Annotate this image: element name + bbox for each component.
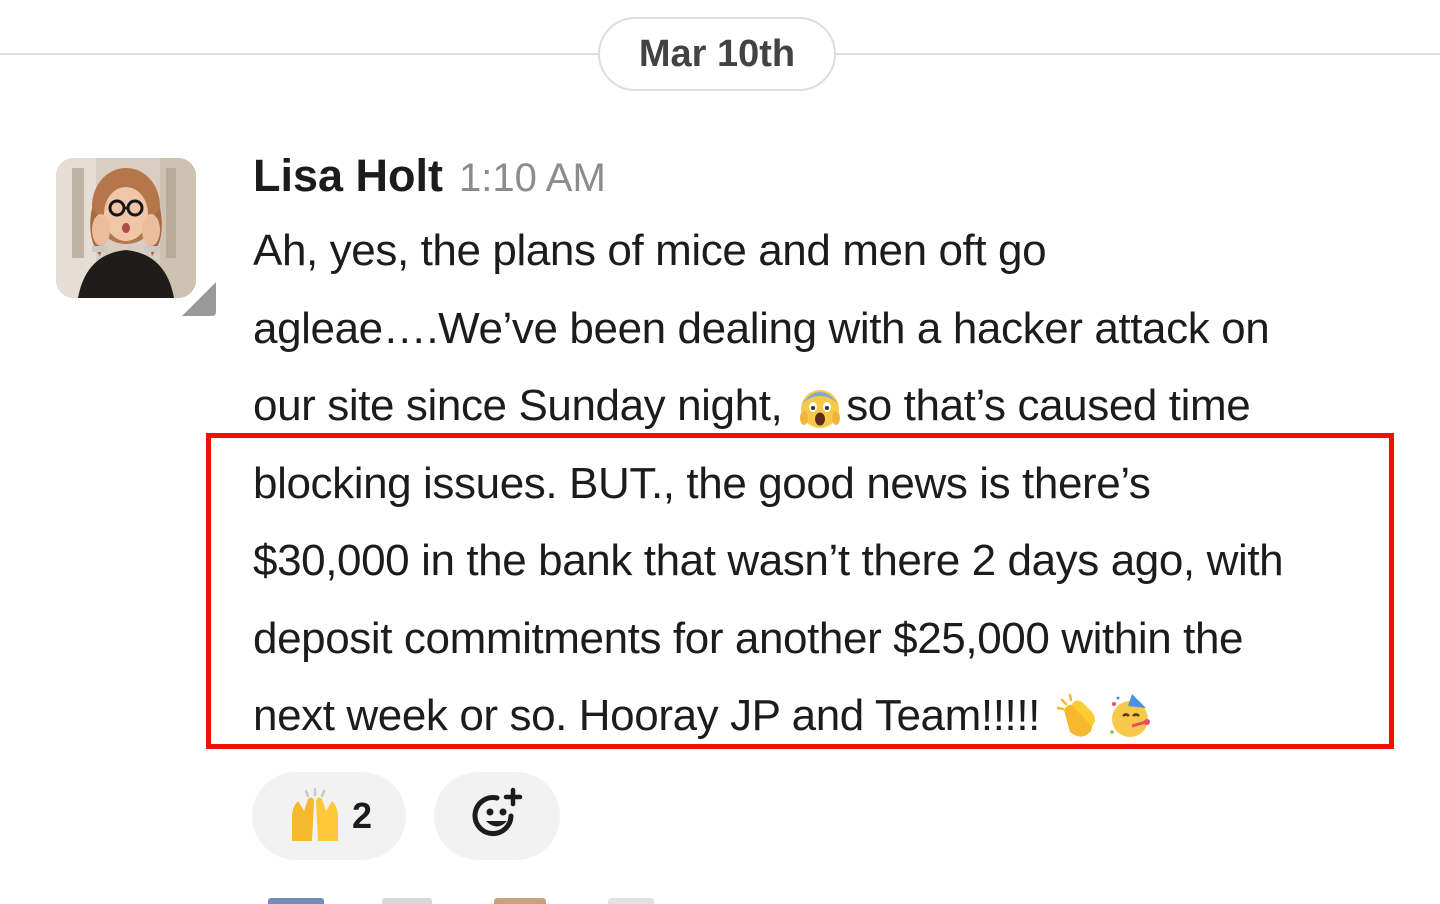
scream-emoji-icon [800, 390, 841, 428]
date-divider-button[interactable]: Mar 10th [598, 17, 836, 91]
message-header: Lisa Holt 1:10 AM [253, 150, 606, 214]
highlight-annotation-box [206, 433, 1394, 749]
sender-name[interactable]: Lisa Holt [253, 150, 443, 202]
message-text: so that’s caused time [846, 381, 1251, 430]
next-message-peek [268, 898, 324, 904]
next-message-peek [608, 898, 654, 904]
avatar[interactable] [56, 158, 196, 298]
reaction-raising-hands-button[interactable]: 2 [252, 772, 406, 860]
raising-hands-emoji-icon [291, 787, 338, 841]
add-reaction-button[interactable] [434, 772, 560, 860]
avatar-status-corner-icon [182, 282, 216, 316]
add-reaction-icon [472, 787, 523, 837]
next-message-peek [494, 898, 546, 904]
message-timestamp[interactable]: 1:10 AM [459, 156, 606, 201]
avatar-photo [56, 158, 196, 298]
message-pane: Mar 10th Lisa Holt 1:10 AM Ah, yes, the … [0, 0, 1440, 904]
message-line: Ah, yes, the plans of mice and men oft g… [253, 226, 1047, 275]
message-line: agleae….We’ve been dealing with a hacker… [253, 303, 1270, 353]
next-message-peek [382, 898, 432, 904]
reaction-count: 2 [351, 795, 373, 836]
message-text: our site since Sunday night, [253, 381, 783, 430]
